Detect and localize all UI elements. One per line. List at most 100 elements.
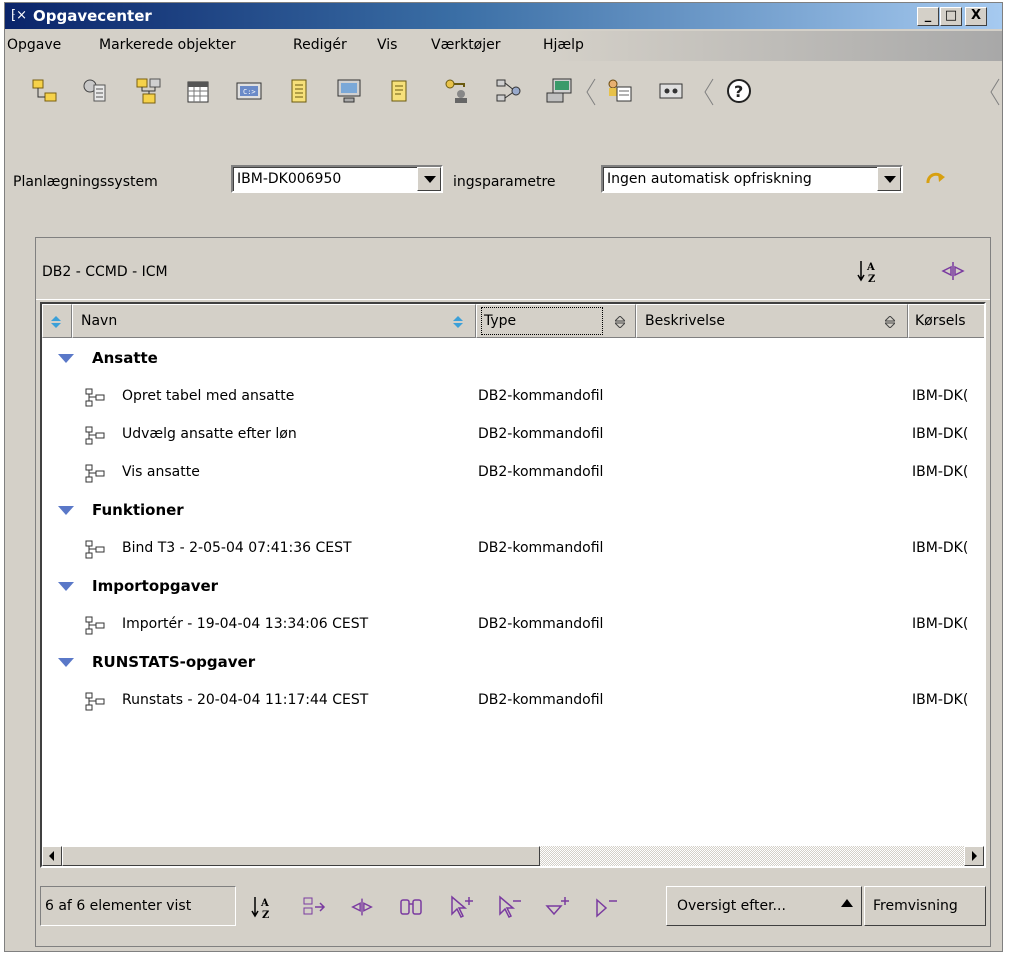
- collapse-all-icon[interactable]: [592, 894, 620, 920]
- table-row[interactable]: Runstats - 20-04-04 11:17:44 CEST DB2-ko…: [42, 682, 984, 720]
- task-icon: [85, 540, 105, 559]
- scheduler-system-value: IBM-DK006950: [237, 171, 342, 187]
- table-row[interactable]: Vis ansatte DB2-kommandofil IBM-DK(: [42, 454, 984, 492]
- group-label: Ansatte: [92, 349, 158, 367]
- select-all-header[interactable]: [42, 304, 72, 338]
- chevron-right-icon: [972, 851, 977, 861]
- task-network-icon[interactable]: [135, 77, 163, 105]
- group-label: Funktioner: [92, 501, 184, 519]
- task-icon: [85, 388, 105, 407]
- column-header-beskrivelse[interactable]: Beskrivelse: [636, 304, 908, 338]
- table-row[interactable]: Udvælg ansatte efter løn DB2-kommandofil…: [42, 416, 984, 454]
- folder-tree-icon[interactable]: [31, 77, 59, 105]
- chevron-down-icon[interactable]: [877, 167, 901, 191]
- task-name: Opret tabel med ansatte: [122, 388, 295, 404]
- menu-opgave[interactable]: Opgave: [7, 37, 61, 53]
- notepad-icon[interactable]: [385, 77, 413, 105]
- find-binoculars-icon[interactable]: [398, 894, 426, 920]
- menu-vaerktojer[interactable]: Værktøjer: [431, 37, 501, 53]
- scheduler-label: Planlægningssystem: [13, 174, 158, 190]
- refresh-options-combo[interactable]: Ingen automatisk opfriskning: [601, 165, 903, 193]
- group-label: Importopgaver: [92, 577, 219, 595]
- svg-text:A: A: [866, 262, 875, 273]
- computer-icon[interactable]: [545, 77, 573, 105]
- monitor-icon[interactable]: [335, 77, 363, 105]
- column-header-korsels[interactable]: Kørsels: [908, 304, 984, 338]
- task-type: DB2-kommandofil: [478, 464, 604, 480]
- maximize-button[interactable]: □: [940, 7, 962, 26]
- network-tools-icon[interactable]: [495, 77, 523, 105]
- select-all-icon[interactable]: [448, 894, 476, 920]
- column-resize-icon[interactable]: [348, 894, 376, 920]
- task-icon: [85, 692, 105, 711]
- group-row[interactable]: Importopgaver: [42, 568, 984, 606]
- task-icon: [85, 464, 105, 483]
- overview-by-button[interactable]: Oversigt efter...: [666, 886, 862, 926]
- task-type: DB2-kommandofil: [478, 388, 604, 404]
- chevron-down-icon[interactable]: [417, 167, 441, 191]
- window-system-icon[interactable]: ⁅×: [11, 7, 29, 25]
- menu-rediger[interactable]: Redigér: [293, 37, 347, 53]
- task-run-system: IBM-DK(: [912, 692, 969, 708]
- toolbar: C:> ?: [5, 63, 1002, 115]
- column-header-navn-label: Navn: [81, 313, 118, 329]
- calendar-icon[interactable]: [185, 77, 213, 105]
- sort-icon[interactable]: [885, 316, 895, 328]
- sort-icon[interactable]: [51, 316, 61, 328]
- task-run-system: IBM-DK(: [912, 616, 969, 632]
- sort-icon[interactable]: [453, 316, 463, 328]
- sort-icon[interactable]: [615, 316, 625, 328]
- menu-vis[interactable]: Vis: [377, 37, 397, 53]
- group-row[interactable]: RUNSTATS-opgaver: [42, 644, 984, 682]
- table-row[interactable]: Opret tabel med ansatte DB2-kommandofil …: [42, 378, 984, 416]
- contact-icon[interactable]: [605, 77, 633, 105]
- svg-text:A: A: [260, 898, 269, 909]
- column-header-type[interactable]: Type: [476, 304, 636, 338]
- task-name: Vis ansatte: [122, 464, 200, 480]
- refresh-label: ingsparametre: [453, 174, 556, 190]
- expand-triangle-icon[interactable]: [58, 506, 74, 515]
- keyboard-icon[interactable]: [657, 77, 685, 105]
- group-label: RUNSTATS-opgaver: [92, 653, 256, 671]
- refresh-icon[interactable]: [923, 169, 949, 191]
- menu-hjaelp[interactable]: Hjælp: [543, 37, 584, 53]
- view-label: Fremvisning: [873, 898, 958, 914]
- scroll-left-button[interactable]: [42, 846, 62, 866]
- sort-az-icon[interactable]: AZ: [250, 894, 278, 920]
- expand-all-icon[interactable]: [544, 894, 572, 920]
- svg-text:Z: Z: [868, 274, 875, 284]
- expand-triangle-icon[interactable]: [58, 354, 74, 363]
- close-button[interactable]: X: [965, 7, 987, 26]
- help-icon[interactable]: ?: [725, 77, 753, 105]
- group-row[interactable]: Funktioner: [42, 492, 984, 530]
- column-header-beskrivelse-label: Beskrivelse: [645, 313, 725, 329]
- table-row[interactable]: Bind T3 - 2-05-04 07:41:36 CEST DB2-komm…: [42, 530, 984, 568]
- svg-text:?: ?: [734, 82, 743, 101]
- task-icon: [85, 426, 105, 445]
- sort-az-icon[interactable]: AZ: [856, 258, 882, 284]
- command-window-icon[interactable]: C:>: [235, 77, 263, 105]
- table-row[interactable]: Importér - 19-04-04 13:34:06 CEST DB2-ko…: [42, 606, 984, 644]
- expand-triangle-icon[interactable]: [58, 658, 74, 667]
- minimize-button[interactable]: _: [917, 7, 939, 26]
- title-bar[interactable]: ⁅× Opgavecenter _ □ X: [5, 3, 1002, 29]
- deselect-all-icon[interactable]: [496, 894, 524, 920]
- task-name: Udvælg ansatte efter løn: [122, 426, 297, 442]
- filter-columns-icon[interactable]: [300, 894, 328, 920]
- item-count-text: 6 af 6 elementer vist: [40, 886, 236, 926]
- task-center-window: ⁅× Opgavecenter _ □ X Opgave Markerede o…: [4, 2, 1003, 952]
- scroll-thumb[interactable]: [62, 846, 540, 866]
- column-resize-icon[interactable]: [938, 260, 968, 282]
- group-row[interactable]: Ansatte: [42, 340, 984, 378]
- view-button[interactable]: Fremvisning: [864, 886, 986, 926]
- horizontal-scrollbar[interactable]: [42, 846, 984, 866]
- toolbar-separator-2: [704, 78, 714, 106]
- scheduler-system-combo[interactable]: IBM-DK006950: [231, 165, 443, 193]
- expand-triangle-icon[interactable]: [58, 582, 74, 591]
- key-user-icon[interactable]: [443, 77, 471, 105]
- column-header-navn[interactable]: Navn: [72, 304, 476, 338]
- menu-markerede-objekter[interactable]: Markerede objekter: [99, 37, 236, 53]
- task-gear-icon[interactable]: [81, 77, 109, 105]
- list-icon[interactable]: [285, 77, 313, 105]
- scroll-right-button[interactable]: [964, 846, 984, 866]
